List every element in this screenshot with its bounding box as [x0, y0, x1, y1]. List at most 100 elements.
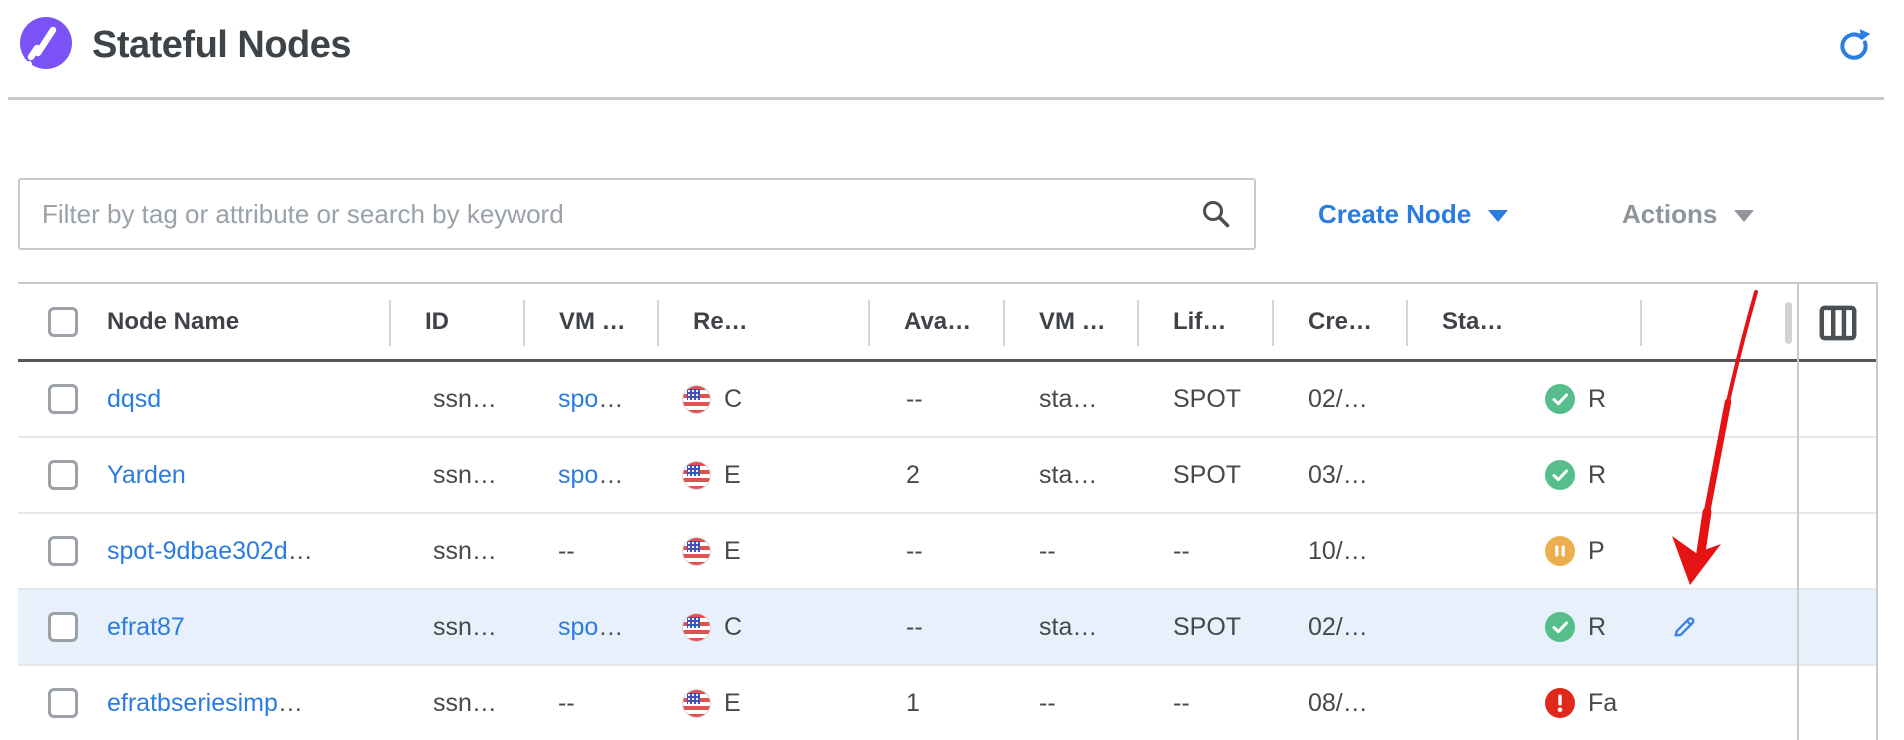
caret-down-icon [1734, 210, 1754, 222]
vm-size-value: -- [1039, 537, 1056, 566]
table-row[interactable]: spot-9dbae302d… ssn… -- E -- -- -- 10/… P [18, 514, 1876, 590]
availability-value: 1 [906, 689, 920, 718]
vm-name-link[interactable]: spo [558, 461, 598, 490]
vm-size-value: -- [1039, 689, 1056, 718]
created-value: 03/… [1308, 461, 1368, 490]
column-header-status[interactable]: Sta… [1406, 284, 1640, 359]
column-header-vm-name[interactable]: VM … [523, 284, 657, 359]
column-header-node-name[interactable]: Node Name [107, 284, 389, 359]
table-row[interactable]: Yardenssn…spo…E2sta…SPOT03/…R [18, 438, 1876, 514]
status-label: P [1588, 537, 1605, 566]
table-row[interactable]: efrat87 ssn… spo… C -- sta… SPOT 02/… R [18, 590, 1876, 666]
vm-name-link[interactable]: spo [558, 385, 598, 414]
create-node-label: Create Node [1318, 199, 1471, 230]
column-header-vm-size[interactable]: VM … [1003, 284, 1137, 359]
truncation-ellipsis: … [598, 385, 623, 414]
page-title: Stateful Nodes [92, 24, 351, 67]
created-value: 02/… [1308, 613, 1368, 642]
us-flag-icon [682, 613, 711, 642]
region-value: E [724, 461, 741, 490]
created-value: 08/… [1308, 689, 1368, 718]
scrollbar-thumb[interactable] [1785, 302, 1792, 344]
us-flag-icon [682, 461, 711, 490]
filter-wrap [18, 178, 1256, 250]
stateful-nodes-table: Node Name ID VM … Re… Ava… VM … Lif… Cre… [18, 282, 1878, 740]
header-divider [8, 97, 1884, 100]
node-name-link[interactable]: Yarden [107, 461, 186, 490]
column-header-created[interactable]: Cre… [1272, 284, 1406, 359]
search-icon [1200, 198, 1232, 230]
created-value: 10/… [1308, 537, 1368, 566]
lifecycle-value: SPOT [1173, 461, 1241, 490]
availability-value: -- [906, 613, 923, 642]
column-header-region[interactable]: Re… [657, 284, 868, 359]
vm-size-value: sta… [1039, 613, 1097, 642]
status-running-icon [1545, 460, 1575, 490]
availability-value: -- [906, 385, 923, 414]
created-value: 02/… [1308, 385, 1368, 414]
status-running-icon [1545, 384, 1575, 414]
caret-down-icon [1488, 210, 1508, 222]
node-id: ssn… [433, 385, 497, 414]
column-header-actions [1640, 284, 1797, 359]
row-checkbox[interactable] [48, 536, 78, 566]
spot-logo-icon [20, 17, 72, 69]
table-body: dqsdssn…spo…C--sta…SPOT02/…RYardenssn…sp… [18, 362, 1876, 740]
row-checkbox[interactable] [48, 460, 78, 490]
status-label: R [1588, 613, 1606, 642]
table-header-row: Node Name ID VM … Re… Ava… VM … Lif… Cre… [18, 284, 1876, 362]
region-value: E [724, 537, 741, 566]
table-row[interactable]: efratbseriesimp… ssn… -- E 1 -- -- 08/… Fa [18, 666, 1876, 740]
status-label: Fa [1588, 689, 1617, 718]
status-failed-icon [1545, 688, 1575, 718]
node-id: ssn… [433, 689, 497, 718]
vm-size-value: sta… [1039, 461, 1097, 490]
columns-icon[interactable] [1819, 305, 1857, 341]
actions-label: Actions [1622, 199, 1717, 230]
node-id: ssn… [433, 537, 497, 566]
status-label: R [1588, 385, 1606, 414]
vm-name-value: -- [558, 689, 575, 718]
select-all-checkbox[interactable] [48, 307, 78, 337]
region-value: C [724, 385, 742, 414]
node-name-link[interactable]: spot-9dbae302d [107, 537, 288, 566]
vm-name-value: -- [558, 537, 575, 566]
table-vertical-divider [1797, 284, 1799, 740]
truncation-ellipsis: … [288, 537, 313, 566]
truncation-ellipsis: … [598, 461, 623, 490]
vm-name-link[interactable]: spo [558, 613, 598, 642]
filter-input[interactable] [18, 178, 1256, 250]
us-flag-icon [682, 689, 711, 718]
row-checkbox[interactable] [48, 384, 78, 414]
status-paused-icon [1545, 536, 1575, 566]
table-row[interactable]: dqsd ssn… spo… C -- sta… SPOT 02/… R [18, 362, 1876, 438]
column-header-lifecycle[interactable]: Lif… [1137, 284, 1272, 359]
truncation-ellipsis: … [598, 613, 623, 642]
refresh-icon[interactable] [1836, 26, 1874, 64]
pencil-icon[interactable] [1670, 614, 1697, 641]
region-value: E [724, 689, 741, 718]
page-header: Stateful Nodes [0, 0, 1904, 100]
actions-button[interactable]: Actions [1622, 178, 1754, 250]
column-header-id[interactable]: ID [389, 284, 523, 359]
availability-value: -- [906, 537, 923, 566]
column-header-availability[interactable]: Ava… [868, 284, 1003, 359]
lifecycle-value: SPOT [1173, 385, 1241, 414]
vm-size-value: sta… [1039, 385, 1097, 414]
node-name-link[interactable]: dqsd [107, 385, 161, 414]
node-id: ssn… [433, 613, 497, 642]
status-label: R [1588, 461, 1606, 490]
truncation-ellipsis: … [278, 689, 303, 718]
create-node-button[interactable]: Create Node [1318, 178, 1508, 250]
node-id: ssn… [433, 461, 497, 490]
lifecycle-value: SPOT [1173, 613, 1241, 642]
region-value: C [724, 613, 742, 642]
node-name-link[interactable]: efrat87 [107, 613, 185, 642]
lifecycle-value: -- [1173, 537, 1190, 566]
node-name-link[interactable]: efratbseriesimp [107, 689, 278, 718]
us-flag-icon [682, 385, 711, 414]
lifecycle-value: -- [1173, 689, 1190, 718]
us-flag-icon [682, 537, 711, 566]
row-checkbox[interactable] [48, 612, 78, 642]
row-checkbox[interactable] [48, 688, 78, 718]
